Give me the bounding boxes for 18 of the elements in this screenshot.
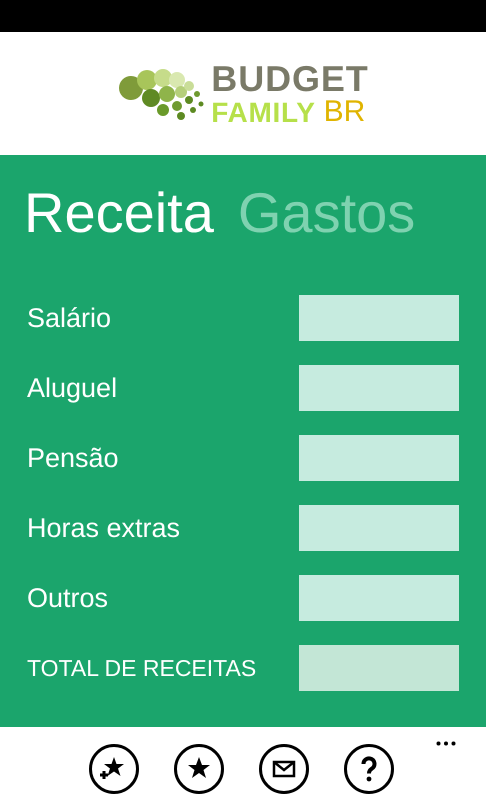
field-label: Salário xyxy=(27,302,112,335)
input-field[interactable] xyxy=(299,575,459,621)
field-label: Pensão xyxy=(27,442,119,475)
field-label: Aluguel xyxy=(27,372,118,405)
more-icon[interactable] xyxy=(436,741,456,746)
logo-subtitle: FAMILY xyxy=(211,98,316,126)
field-label: Horas extras xyxy=(27,512,180,545)
input-field[interactable] xyxy=(299,435,459,481)
logo-title: BUDGET xyxy=(211,60,369,96)
pivot-tab[interactable]: Gastos xyxy=(238,185,416,241)
input-field[interactable] xyxy=(299,365,459,411)
field-label: Outros xyxy=(27,582,108,615)
input-field[interactable] xyxy=(299,295,459,341)
total-field[interactable] xyxy=(299,645,459,691)
logo-country-text: BR xyxy=(324,96,366,126)
field-label: TOTAL DE RECEITAS xyxy=(27,654,256,683)
pivot-tab[interactable]: Receita xyxy=(24,185,214,241)
input-field[interactable] xyxy=(299,505,459,551)
